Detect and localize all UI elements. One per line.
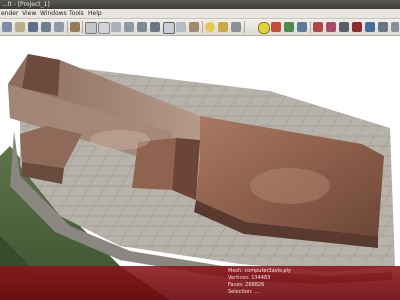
pick-points-icon[interactable] <box>284 22 294 32</box>
wireframe-view-icon[interactable] <box>124 22 134 32</box>
align-icon[interactable] <box>297 22 307 32</box>
new-project-icon[interactable] <box>2 22 12 32</box>
snapshot-icon[interactable] <box>70 22 80 32</box>
select-connected-icon[interactable] <box>339 22 349 32</box>
zoom-icon[interactable] <box>378 22 388 32</box>
smooth-shading-icon[interactable] <box>176 22 186 32</box>
flat-shading-icon[interactable] <box>163 22 175 34</box>
texture-icon[interactable] <box>189 22 199 32</box>
vertex-count-label: Vertices: 134483 <box>228 275 271 281</box>
bounding-box-icon[interactable] <box>98 22 110 34</box>
measure-icon[interactable] <box>271 22 281 32</box>
toolbar-separator <box>202 21 203 33</box>
3d-viewport[interactable] <box>0 36 400 300</box>
menu-tools[interactable]: Tools <box>69 9 84 18</box>
menu-windows[interactable]: Windows <box>40 9 67 18</box>
lighting-icon[interactable] <box>218 22 228 32</box>
open-project-icon[interactable] <box>15 22 25 32</box>
toolbar-separator <box>67 21 68 33</box>
title-bar: ...lt - [Project_1] <box>0 0 400 9</box>
light-icon[interactable] <box>205 22 215 32</box>
import-mesh-icon[interactable] <box>41 22 51 32</box>
mesh-render <box>0 54 395 300</box>
toolbar-separator <box>244 21 245 33</box>
face-count-label: Faces: 268826 <box>228 282 265 288</box>
menu-help[interactable]: Help <box>88 9 102 18</box>
paint-icon[interactable] <box>365 22 375 32</box>
window-title: ...lt - [Project_1] <box>2 1 50 8</box>
flat-lines-icon[interactable] <box>150 22 160 32</box>
export-mesh-icon[interactable] <box>54 22 64 32</box>
toolbar-separator <box>82 21 83 33</box>
layers-icon[interactable] <box>85 22 97 34</box>
points-view-icon[interactable] <box>111 22 121 32</box>
delete-icon[interactable] <box>352 22 362 32</box>
info-overlay: Mesh: computer3avis.ply Vertices: 134483… <box>0 266 400 300</box>
selection-icon[interactable] <box>313 22 323 32</box>
rotate-icon[interactable] <box>391 22 399 32</box>
annotation-icon[interactable] <box>258 22 270 34</box>
back-face-icon[interactable] <box>231 22 241 32</box>
select-vertices-icon[interactable] <box>326 22 336 32</box>
mesh-name-label: Mesh: computer3avis.ply <box>228 268 291 274</box>
hidden-lines-icon[interactable] <box>137 22 147 32</box>
menu-view[interactable]: View <box>22 9 36 18</box>
selection-label: Selection: ... <box>228 289 260 295</box>
save-project-icon[interactable] <box>28 22 38 32</box>
menu-bar: ender View Windows Tools Help <box>0 9 400 19</box>
menu-render[interactable]: ender <box>1 9 18 18</box>
toolbar-separator <box>310 21 311 33</box>
toolbar <box>0 19 400 36</box>
